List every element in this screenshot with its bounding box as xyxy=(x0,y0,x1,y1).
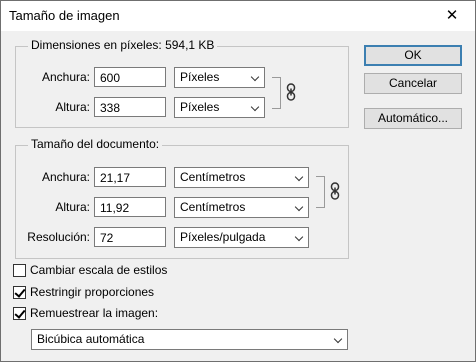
chevron-down-icon xyxy=(333,334,343,344)
auto-button[interactable]: Automático... xyxy=(364,108,462,129)
doc-width-unit-value: Centímetros xyxy=(180,170,246,184)
scale-styles-checkbox[interactable] xyxy=(13,264,26,277)
chevron-down-icon xyxy=(250,72,260,82)
pixel-dimensions-group: Dimensiones en píxeles: 594,1 KB Anchura… xyxy=(15,38,349,128)
pixel-width-unit-select[interactable]: Píxeles xyxy=(174,67,265,88)
constrain-checkbox[interactable] xyxy=(13,286,26,299)
resample-method-select[interactable]: Bicúbica automática xyxy=(31,329,348,350)
resolution-unit-value: Píxeles/pulgada xyxy=(180,230,266,244)
constrain-option[interactable]: Restringir proporciones xyxy=(13,285,193,301)
pixel-dimensions-legend: Dimensiones en píxeles: 594,1 KB xyxy=(28,38,218,52)
title-bar: Tamaño de imagen ✕ xyxy=(1,1,475,31)
resample-method-value: Bicúbica automática xyxy=(37,332,145,346)
dialog-title: Tamaño de imagen xyxy=(9,8,120,23)
resample-checkbox[interactable] xyxy=(13,307,26,320)
doc-width-input[interactable]: 21,17 xyxy=(94,167,166,187)
chevron-down-icon xyxy=(294,232,304,242)
ok-button[interactable]: OK xyxy=(364,45,462,66)
close-button[interactable]: ✕ xyxy=(429,1,475,31)
doc-height-input[interactable]: 11,92 xyxy=(94,197,166,217)
pixel-width-input[interactable]: 600 xyxy=(94,67,166,87)
doc-height-unit-value: Centímetros xyxy=(180,200,246,214)
pixel-width-label: Anchura: xyxy=(41,70,90,84)
resolution-input[interactable]: 72 xyxy=(94,227,166,247)
resolution-unit-select[interactable]: Píxeles/pulgada xyxy=(174,227,309,248)
image-size-dialog: Tamaño de imagen ✕ Dimensiones en píxele… xyxy=(0,0,476,362)
scale-styles-label: Cambiar escala de estilos xyxy=(30,263,168,277)
pixel-width-unit-value: Píxeles xyxy=(180,70,220,84)
chevron-down-icon xyxy=(294,172,304,182)
doc-height-label: Altura: xyxy=(55,200,90,214)
resolution-label: Resolución: xyxy=(27,230,90,244)
doc-width-unit-select[interactable]: Centímetros xyxy=(174,167,309,188)
chevron-down-icon xyxy=(294,202,304,212)
constrain-label: Restringir proporciones xyxy=(30,285,155,299)
pixel-height-input[interactable]: 338 xyxy=(94,97,166,117)
chain-link-icon xyxy=(330,182,340,200)
cancel-button[interactable]: Cancelar xyxy=(364,73,462,94)
pixel-height-unit-value: Píxeles xyxy=(180,100,220,114)
chevron-down-icon xyxy=(250,102,260,112)
chain-link-icon xyxy=(286,83,296,101)
doc-height-unit-select[interactable]: Centímetros xyxy=(174,197,309,218)
document-size-group: Tamaño del documento: Anchura: 21,17 Cen… xyxy=(15,137,349,259)
doc-width-label: Anchura: xyxy=(41,170,90,184)
resample-label: Remuestrear la imagen: xyxy=(30,306,159,320)
pixel-height-unit-select[interactable]: Píxeles xyxy=(174,97,265,118)
resample-option[interactable]: Remuestrear la imagen: xyxy=(13,306,193,322)
constrain-bracket xyxy=(272,77,281,109)
pixel-height-label: Altura: xyxy=(55,100,90,114)
document-size-legend: Tamaño del documento: xyxy=(28,137,163,151)
scale-styles-option[interactable]: Cambiar escala de estilos xyxy=(13,263,193,279)
constrain-bracket xyxy=(316,176,325,208)
